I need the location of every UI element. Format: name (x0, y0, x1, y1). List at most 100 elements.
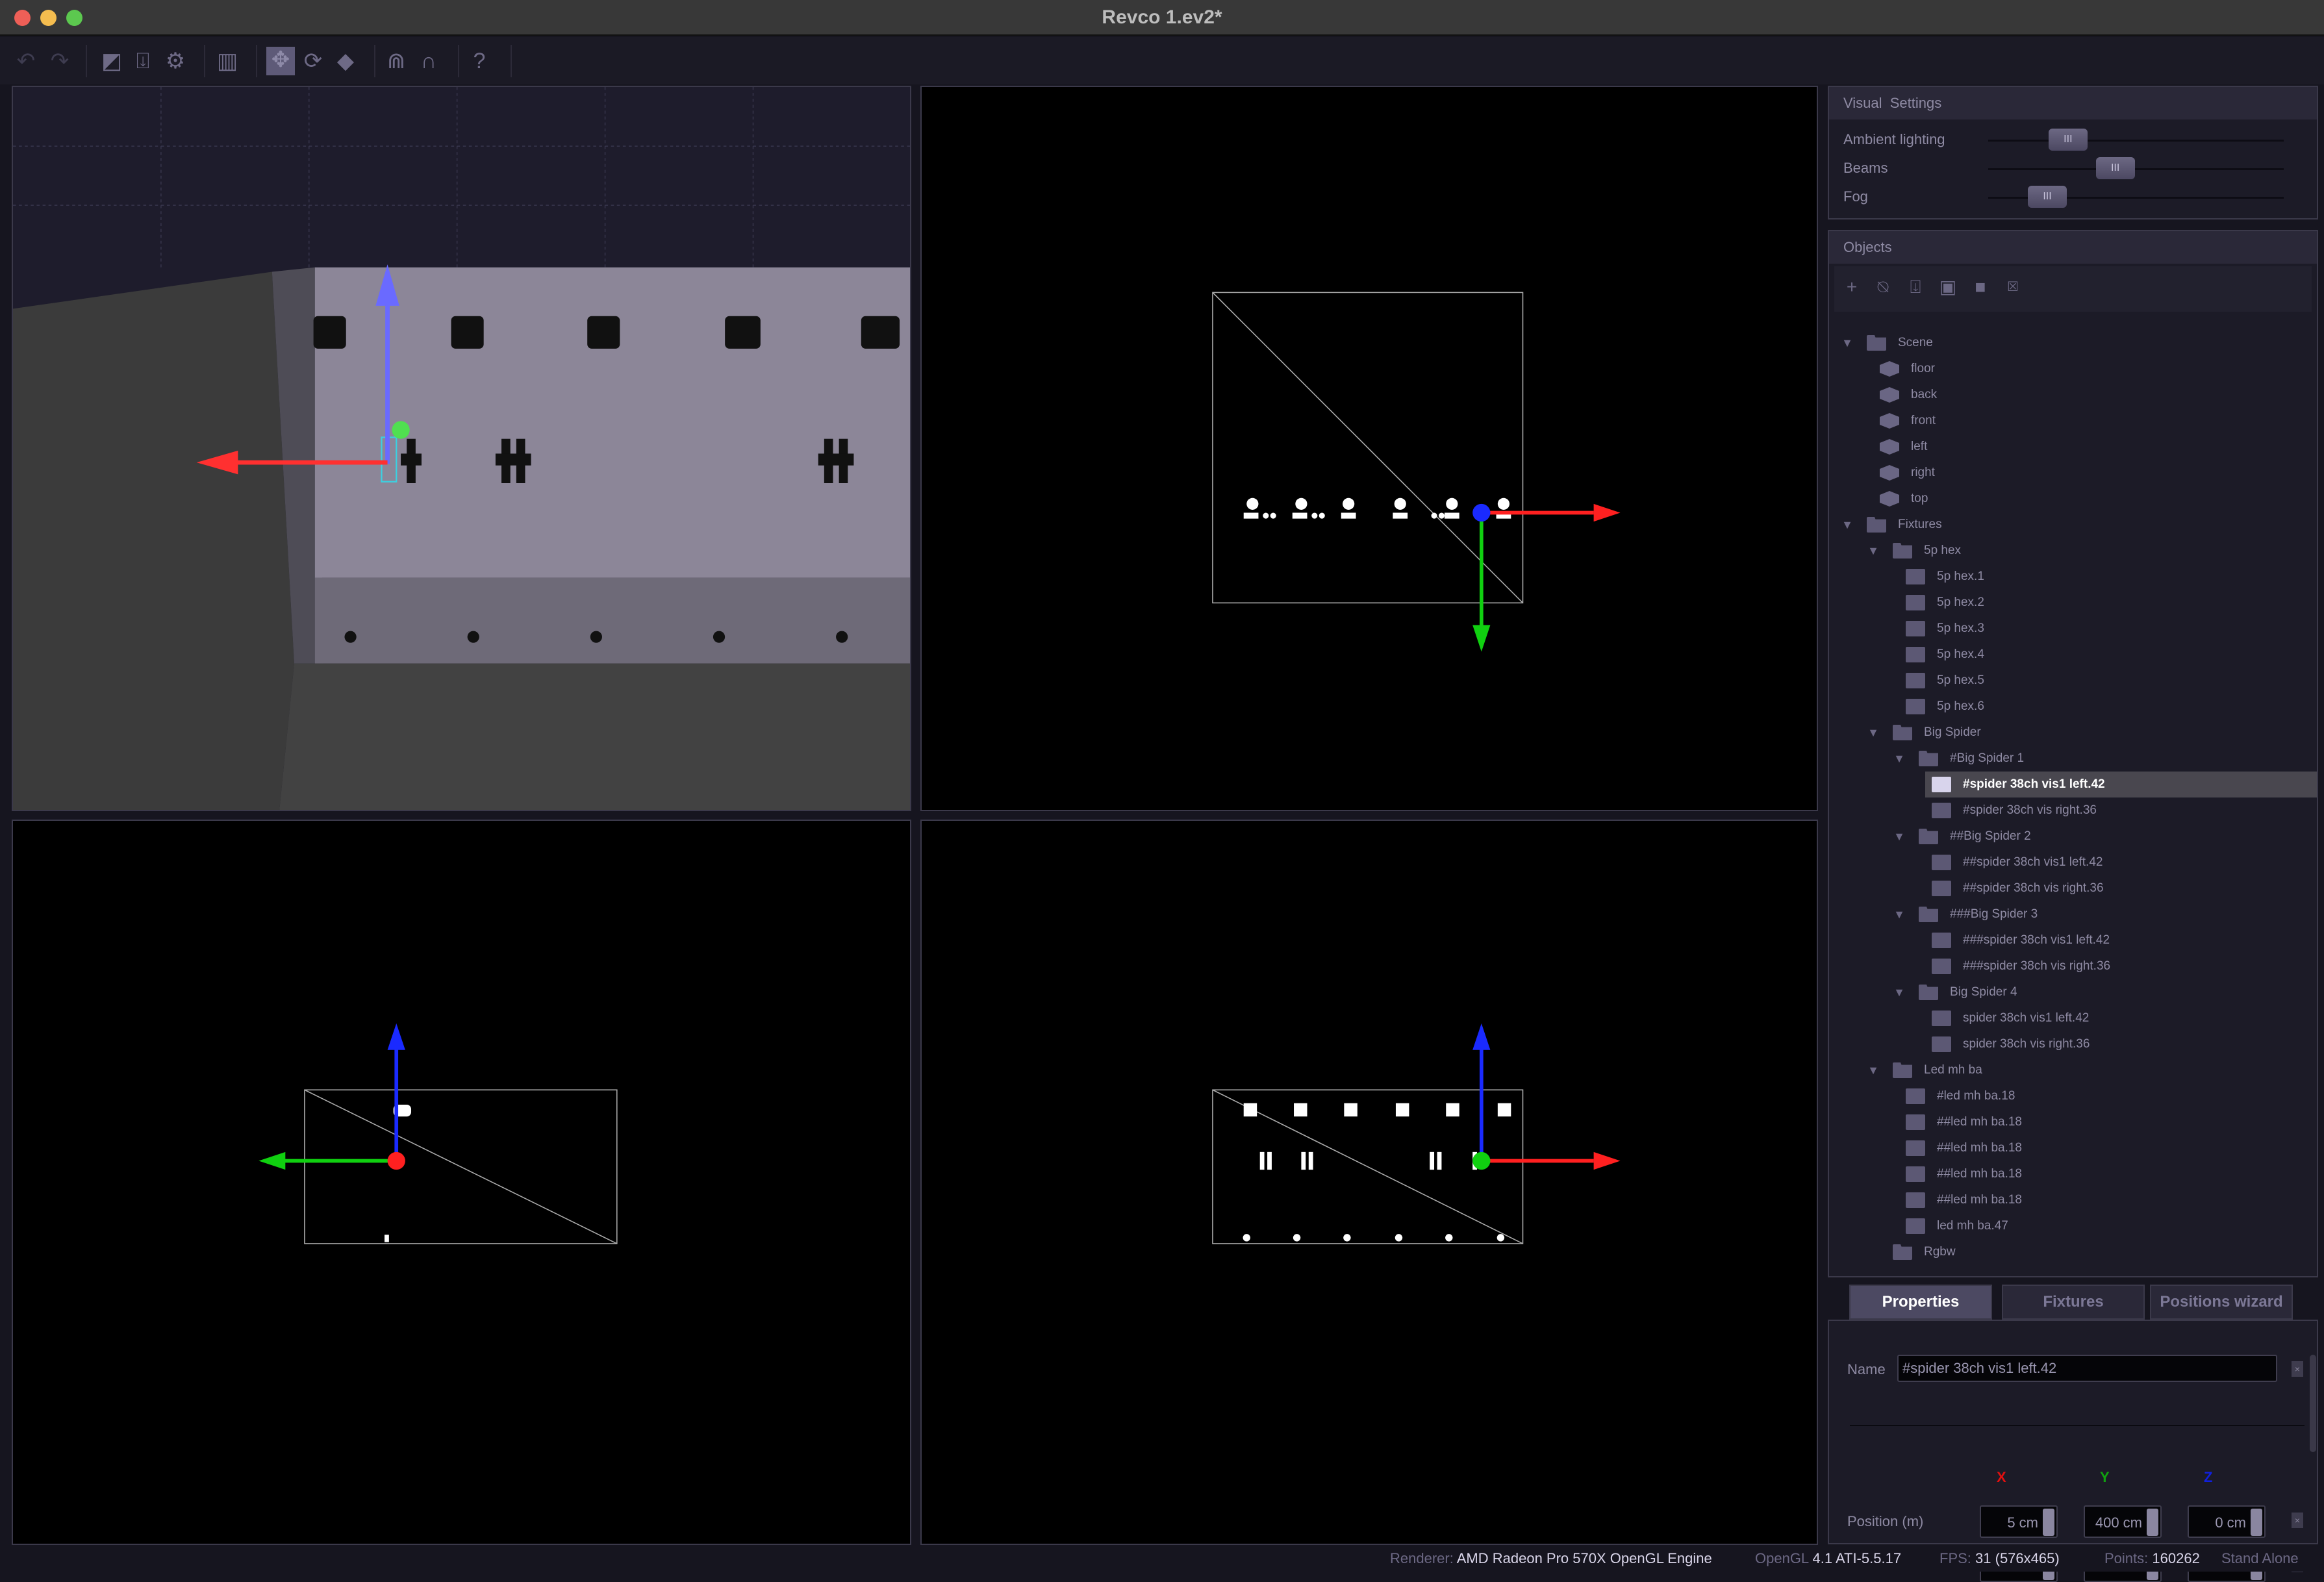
diamond-icon[interactable]: ◆ (333, 48, 359, 74)
tab-positions-wizard[interactable]: Positions wizard (2150, 1285, 2293, 1320)
gizmo-z-arrow[interactable] (387, 1023, 405, 1050)
move-icon[interactable]: ✥ (266, 47, 295, 75)
tree-item[interactable]: #led mh ba.18 (1829, 1083, 2317, 1109)
viewport-side[interactable] (920, 820, 1818, 1545)
add-fixture-icon[interactable]: ⍉ (1872, 275, 1894, 299)
tree-item[interactable]: ##spider 38ch vis1 left.42 (1829, 849, 2317, 875)
expand-toggle-icon[interactable]: ▼ (1867, 720, 1880, 746)
expand-toggle-icon[interactable]: ▼ (1841, 512, 1854, 538)
tree-item[interactable]: ##led mh ba.18 (1829, 1109, 2317, 1135)
tree-item[interactable]: ###spider 38ch vis right.36 (1829, 953, 2317, 979)
redo-icon[interactable]: ↷ (47, 48, 73, 74)
reset-position-button[interactable]: × (2292, 1513, 2303, 1528)
gizmo-y-arrow[interactable] (1472, 625, 1491, 652)
viewport-front[interactable] (12, 820, 911, 1545)
gear-icon[interactable]: ⚙ (162, 48, 188, 74)
fixture-icon (1906, 1166, 1925, 1182)
tree-item[interactable]: #spider 38ch vis1 left.42 (1925, 772, 2317, 797)
folder-icon[interactable]: ■ (1969, 275, 1991, 299)
tree-folder[interactable]: ▼ #Big Spider 1 (1829, 746, 2317, 772)
tab-fixtures[interactable]: Fixtures (2002, 1285, 2145, 1320)
undo-icon[interactable]: ↶ (13, 48, 39, 74)
viewport-top[interactable] (920, 86, 1818, 811)
gizmo-center[interactable] (1472, 1151, 1491, 1170)
tree-item[interactable]: top (1829, 486, 2317, 512)
tree-item[interactable]: ##led mh ba.18 (1829, 1161, 2317, 1187)
chart-icon[interactable]: ▥ (214, 48, 240, 74)
tree-item[interactable]: ##led mh ba.18 (1829, 1187, 2317, 1213)
slider-thumb[interactable]: III (2028, 186, 2067, 208)
tab-properties[interactable]: Properties (1849, 1285, 1992, 1320)
tree-folder[interactable]: ▼ 5p hex (1829, 538, 2317, 564)
help-icon[interactable]: ? (466, 48, 492, 74)
gizmo-x-arrow[interactable] (1593, 1151, 1621, 1170)
tree-item[interactable]: ###spider 38ch vis1 left.42 (1829, 927, 2317, 953)
clear-name-button[interactable]: × (2292, 1361, 2303, 1377)
gizmo-y-handle[interactable] (392, 421, 410, 439)
add-folder-icon[interactable]: ▣ (1937, 275, 1959, 299)
expand-toggle-icon[interactable]: ▼ (1867, 538, 1880, 564)
tree-item[interactable]: back (1829, 382, 2317, 408)
tree-item[interactable]: front (1829, 408, 2317, 434)
name-input[interactable] (1897, 1355, 2277, 1382)
tree-item[interactable]: right (1829, 460, 2317, 486)
tree-item[interactable]: left (1829, 434, 2317, 460)
tree-item[interactable]: spider 38ch vis1 left.42 (1829, 1005, 2317, 1031)
import-icon[interactable]: ⍗ (130, 48, 156, 74)
slider-track[interactable]: III (1988, 157, 2284, 179)
tree-item[interactable]: spider 38ch vis right.36 (1829, 1031, 2317, 1057)
slider-track[interactable]: III (1988, 186, 2284, 208)
fixture-icon (1906, 647, 1925, 662)
slider-thumb[interactable]: III (2095, 157, 2135, 179)
gizmo-y-arrow[interactable] (259, 1151, 286, 1170)
tree-item[interactable]: 5p hex.6 (1829, 694, 2317, 720)
tree-item[interactable]: ##spider 38ch vis right.36 (1829, 875, 2317, 901)
expand-toggle-icon[interactable]: ▼ (1841, 330, 1854, 356)
tree-item[interactable]: 5p hex.5 (1829, 668, 2317, 694)
tree-item[interactable]: 5p hex.3 (1829, 616, 2317, 642)
gizmo-center[interactable] (387, 1151, 405, 1170)
slider-track[interactable]: III (1988, 129, 2284, 151)
tree-item[interactable]: 5p hex.1 (1829, 564, 2317, 590)
slider-thumb[interactable]: III (2048, 129, 2088, 151)
viewport-perspective[interactable] (12, 86, 911, 811)
import-icon[interactable]: ⍗ (1904, 275, 1926, 299)
tree-item-label: 5p hex.4 (1937, 647, 1984, 661)
gizmo-center[interactable] (1472, 503, 1491, 522)
tree-folder[interactable]: ▼ Big Spider 4 (1829, 979, 2317, 1005)
magnet-grid-icon[interactable]: ⋒ (383, 48, 409, 74)
tree-folder[interactable]: ▼ Scene (1829, 330, 2317, 356)
tree-item[interactable]: ##led mh ba.18 (1829, 1135, 2317, 1161)
tree-item[interactable]: #spider 38ch vis right.36 (1829, 797, 2317, 823)
rotate-icon[interactable]: ⟳ (300, 48, 326, 74)
tree-folder[interactable]: Rgbw (1829, 1239, 2317, 1265)
tree-item[interactable]: led mh ba.47 (1829, 1213, 2317, 1239)
expand-toggle-icon[interactable]: ▼ (1893, 746, 1906, 772)
position-z-input[interactable]: 0 cm (2188, 1505, 2266, 1538)
stepper-icon[interactable] (2251, 1509, 2262, 1536)
expand-toggle-icon[interactable]: ▼ (1893, 979, 1906, 1005)
expand-toggle-icon[interactable]: ▼ (1893, 901, 1906, 927)
tree-folder[interactable]: ▼ Fixtures (1829, 512, 2317, 538)
tree-folder[interactable]: ▼ Led mh ba (1829, 1057, 2317, 1083)
tree-folder[interactable]: ▼ ###Big Spider 3 (1829, 901, 2317, 927)
tree-folder[interactable]: ▼ Big Spider (1829, 720, 2317, 746)
magnet-icon[interactable]: ∩ (416, 48, 442, 74)
add-icon[interactable]: + (1841, 275, 1863, 299)
gizmo-z-arrow[interactable] (1472, 1023, 1491, 1050)
gizmo-x-arrow[interactable] (1593, 503, 1621, 522)
tree-folder[interactable]: ▼ ##Big Spider 2 (1829, 823, 2317, 849)
position-y-input[interactable]: 400 cm (2084, 1505, 2162, 1538)
fixture-icon (1932, 803, 1951, 818)
stepper-icon[interactable] (2147, 1509, 2158, 1536)
stepper-icon[interactable] (2043, 1509, 2054, 1536)
position-x-input[interactable]: 5 cm (1980, 1505, 2058, 1538)
delete-icon[interactable]: ☒ (2002, 275, 2024, 299)
tree-item[interactable]: 5p hex.2 (1829, 590, 2317, 616)
tree-item[interactable]: floor (1829, 356, 2317, 382)
expand-toggle-icon[interactable]: ▼ (1893, 823, 1906, 849)
new-file-icon[interactable]: ◩ (99, 48, 125, 74)
properties-scrollbar[interactable] (2310, 1355, 2316, 1452)
tree-item[interactable]: 5p hex.4 (1829, 642, 2317, 668)
expand-toggle-icon[interactable]: ▼ (1867, 1057, 1880, 1083)
